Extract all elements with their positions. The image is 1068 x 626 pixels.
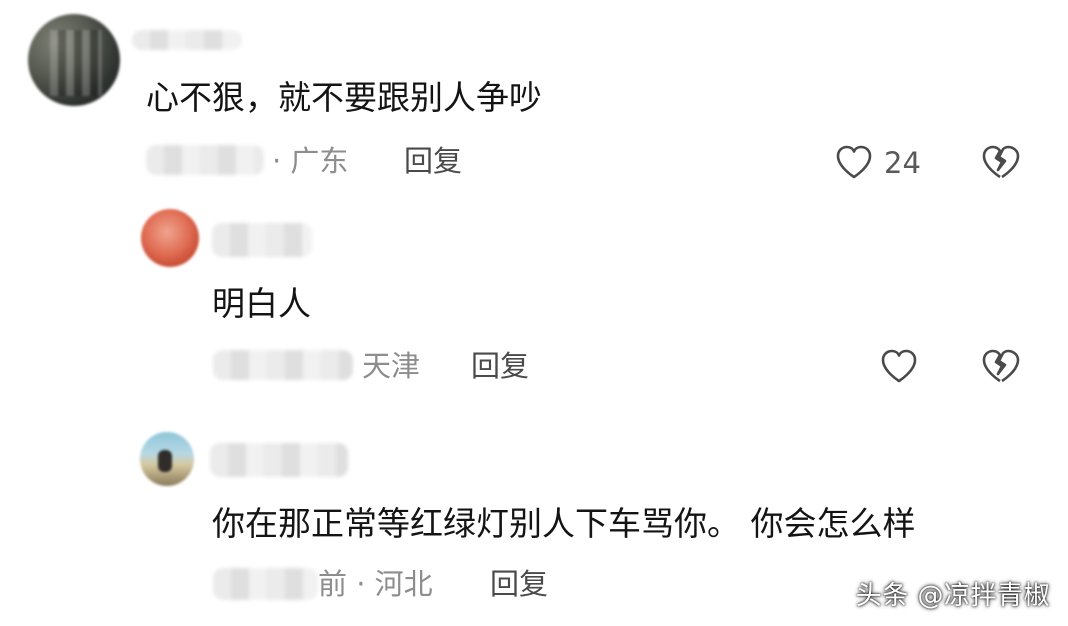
meta-blurred: [146, 145, 264, 175]
comment-text: 明白人: [212, 284, 311, 323]
username-blurred[interactable]: [132, 30, 242, 50]
comment-text: 你在那正常等红绿灯别人下车骂你。 你会怎么样: [212, 504, 916, 543]
like-count: 24: [884, 146, 921, 180]
meta-blurred: [213, 568, 318, 600]
avatar[interactable]: [140, 432, 194, 486]
comment-text: 心不狠，就不要跟别人争吵: [146, 78, 542, 117]
avatar[interactable]: [28, 14, 120, 106]
broken-heart-icon[interactable]: [980, 143, 1022, 181]
comment-location: 前 · 河北: [318, 567, 433, 601]
avatar[interactable]: [141, 209, 199, 267]
heart-outline-icon[interactable]: [834, 143, 874, 181]
broken-heart-icon[interactable]: [980, 347, 1022, 385]
watermark: 头条 @凉拌青椒: [855, 581, 1050, 611]
heart-outline-icon[interactable]: [879, 347, 919, 385]
username-blurred[interactable]: [212, 223, 312, 257]
meta-blurred: [213, 350, 353, 380]
comment-location: · 广东: [272, 144, 349, 178]
reply-button[interactable]: 回复: [471, 352, 529, 381]
comment-location: 天津: [362, 349, 421, 383]
username-blurred[interactable]: [210, 443, 348, 477]
reply-button[interactable]: 回复: [490, 570, 548, 599]
reply-button[interactable]: 回复: [404, 147, 462, 176]
